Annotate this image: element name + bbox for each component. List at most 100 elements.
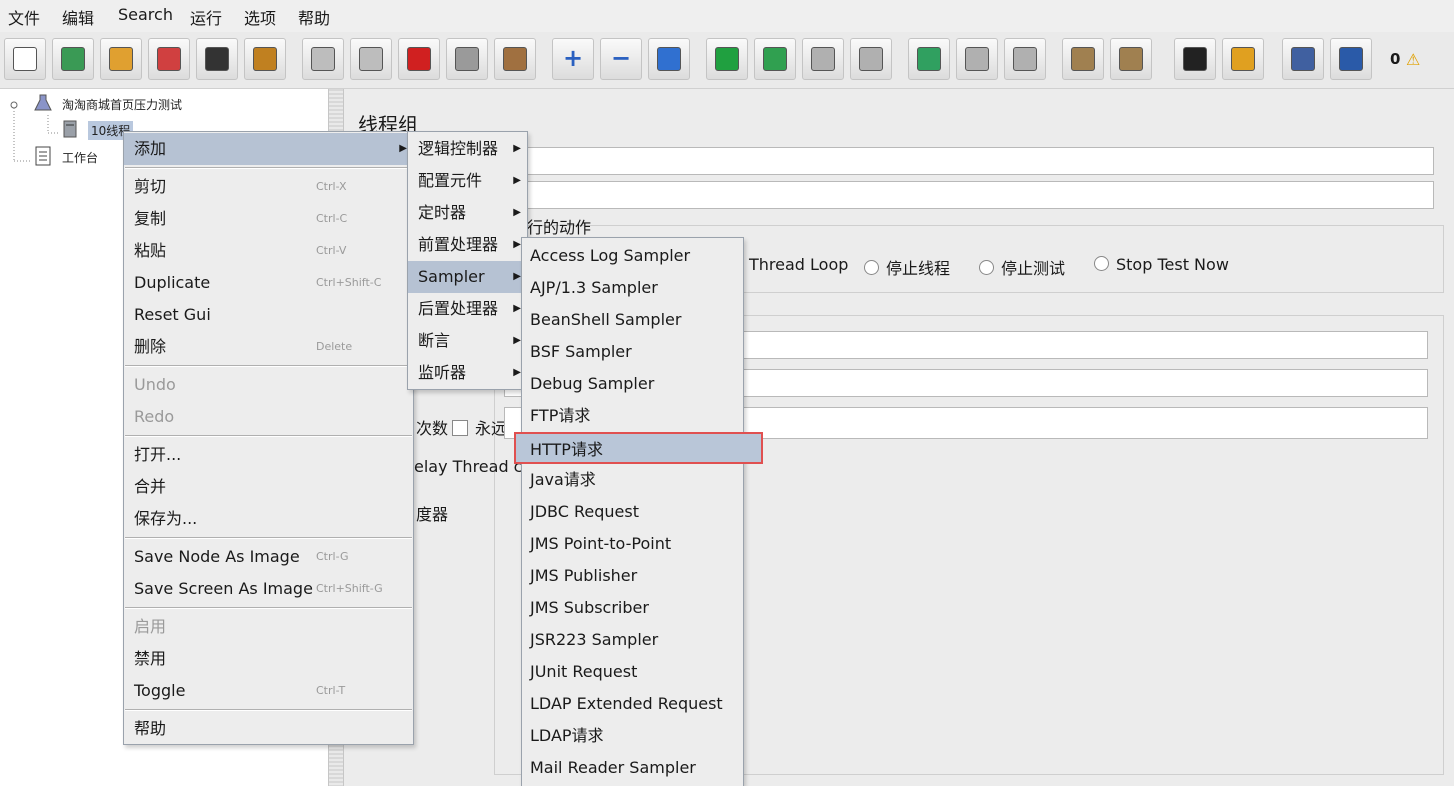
context-menu-item-23[interactable]: 帮助 bbox=[124, 713, 413, 745]
sampler-menu-item-16[interactable]: Mail Reader Sampler bbox=[522, 752, 743, 784]
reset-search-button[interactable] bbox=[1222, 38, 1264, 80]
new-button[interactable] bbox=[4, 38, 46, 80]
templates-icon bbox=[61, 47, 85, 71]
templates-button[interactable] bbox=[52, 38, 94, 80]
sampler-menu-item-15[interactable]: LDAP请求 bbox=[522, 720, 743, 752]
start-button[interactable] bbox=[706, 38, 748, 80]
help-button[interactable] bbox=[1330, 38, 1372, 80]
menu-help[interactable]: 帮助 bbox=[298, 5, 330, 29]
context-menu-item-5[interactable]: Duplicate Ctrl+Shift-C bbox=[124, 267, 413, 299]
radio-stop-test-now[interactable]: Stop Test Now bbox=[1094, 255, 1229, 274]
menu-item-label: 合并 bbox=[134, 477, 167, 496]
add-menu-item-2[interactable]: 定时器 ▶ bbox=[408, 197, 527, 229]
submenu-arrow-icon: ▶ bbox=[513, 271, 521, 282]
sampler-menu-item-14[interactable]: LDAP Extended Request bbox=[522, 688, 743, 720]
menu-item-label: JMS Point-to-Point bbox=[530, 534, 672, 553]
context-menu-item-16[interactable]: Save Node As Image Ctrl-G bbox=[124, 541, 413, 573]
context-menu-item-4[interactable]: 粘贴 Ctrl-V bbox=[124, 235, 413, 267]
tree-node-test-plan[interactable]: 淘淘商城首页压力测试 bbox=[62, 96, 182, 113]
undo-button[interactable] bbox=[302, 38, 344, 80]
sampler-menu-item-6[interactable]: HTTP请求 bbox=[514, 432, 763, 464]
context-menu-item-0[interactable]: 添加 ▶ bbox=[124, 133, 413, 165]
sampler-menu-item-10[interactable]: JMS Publisher bbox=[522, 560, 743, 592]
context-menu-item-20[interactable]: 禁用 bbox=[124, 643, 413, 675]
paste-button[interactable] bbox=[494, 38, 536, 80]
menu-item-shortcut: Ctrl-X bbox=[316, 180, 347, 193]
sampler-menu-item-0[interactable]: Access Log Sampler bbox=[522, 240, 743, 272]
menu-options[interactable]: 选项 bbox=[244, 5, 276, 29]
radio-stop-test[interactable]: 停止测试 bbox=[979, 255, 1065, 279]
name-field[interactable] bbox=[504, 147, 1434, 175]
context-menu-item-19[interactable]: 启用 bbox=[124, 611, 413, 643]
context-menu-item-21[interactable]: Toggle Ctrl-T bbox=[124, 675, 413, 707]
clear-all-button[interactable] bbox=[1110, 38, 1152, 80]
warning-icon[interactable]: ⚠ bbox=[1406, 50, 1420, 69]
context-menu-item-2[interactable]: 剪切 Ctrl-X bbox=[124, 171, 413, 203]
cut-button[interactable] bbox=[398, 38, 440, 80]
remote-start-button[interactable] bbox=[908, 38, 950, 80]
expand-button[interactable]: + bbox=[552, 38, 594, 80]
forever-checkbox[interactable]: 永远 bbox=[452, 415, 507, 439]
context-menu-item-7[interactable]: 删除 Delete bbox=[124, 331, 413, 363]
tree-node-workbench[interactable]: 工作台 bbox=[62, 149, 98, 166]
add-menu-item-0[interactable]: 逻辑控制器 ▶ bbox=[408, 133, 527, 165]
sampler-menu-item-5[interactable]: FTP请求 bbox=[522, 400, 743, 432]
add-menu-item-3[interactable]: 前置处理器 ▶ bbox=[408, 229, 527, 261]
context-menu-item-9[interactable]: Undo bbox=[124, 369, 413, 401]
menu-item-label: 帮助 bbox=[134, 719, 167, 738]
sampler-menu-item-4[interactable]: Debug Sampler bbox=[522, 368, 743, 400]
open-button[interactable] bbox=[100, 38, 142, 80]
sampler-menu-item-8[interactable]: JDBC Request bbox=[522, 496, 743, 528]
sampler-menu-item-11[interactable]: JMS Subscriber bbox=[522, 592, 743, 624]
menu-item-label: JMS Publisher bbox=[530, 566, 638, 585]
menu-search[interactable]: Search bbox=[118, 5, 173, 24]
radio-stop-thread[interactable]: 停止线程 bbox=[864, 255, 950, 279]
sampler-menu-item-9[interactable]: JMS Point-to-Point bbox=[522, 528, 743, 560]
save-button[interactable] bbox=[196, 38, 238, 80]
submenu-arrow-icon: ▶ bbox=[513, 175, 521, 186]
start-no-pause-button[interactable] bbox=[754, 38, 796, 80]
context-menu-item-10[interactable]: Redo bbox=[124, 401, 413, 433]
menu-item-label: 剪切 bbox=[134, 177, 167, 196]
context-menu-item-17[interactable]: Save Screen As Image Ctrl+Shift-G bbox=[124, 573, 413, 605]
sampler-menu-item-1[interactable]: AJP/1.3 Sampler bbox=[522, 272, 743, 304]
shutdown-button[interactable] bbox=[850, 38, 892, 80]
menu-edit[interactable]: 编辑 bbox=[62, 5, 94, 29]
help-icon bbox=[1339, 47, 1363, 71]
collapse-button[interactable]: − bbox=[600, 38, 642, 80]
comments-field[interactable] bbox=[504, 181, 1434, 209]
clear-button[interactable] bbox=[1062, 38, 1104, 80]
context-menu-item-13[interactable]: 合并 bbox=[124, 471, 413, 503]
sampler-menu-item-3[interactable]: BSF Sampler bbox=[522, 336, 743, 368]
redo-button[interactable] bbox=[350, 38, 392, 80]
menu-item-label: JDBC Request bbox=[530, 502, 639, 521]
context-menu-item-14[interactable]: 保存为... bbox=[124, 503, 413, 535]
menu-run[interactable]: 运行 bbox=[190, 5, 222, 29]
sampler-menu-item-7[interactable]: Java请求 bbox=[522, 464, 743, 496]
undo-icon bbox=[311, 47, 335, 71]
context-menu-item-3[interactable]: 复制 Ctrl-C bbox=[124, 203, 413, 235]
copy-button[interactable] bbox=[446, 38, 488, 80]
add-menu-item-5[interactable]: 后置处理器 ▶ bbox=[408, 293, 527, 325]
toggle-button[interactable] bbox=[648, 38, 690, 80]
add-menu-item-4[interactable]: Sampler ▶ bbox=[408, 261, 527, 293]
context-menu-item-6[interactable]: Reset Gui bbox=[124, 299, 413, 331]
menu-file[interactable]: 文件 bbox=[8, 5, 40, 29]
add-menu-item-1[interactable]: 配置元件 ▶ bbox=[408, 165, 527, 197]
context-menu-item-12[interactable]: 打开... bbox=[124, 439, 413, 471]
menu-separator bbox=[125, 537, 412, 539]
add-menu-item-6[interactable]: 断言 ▶ bbox=[408, 325, 527, 357]
sampler-menu-item-12[interactable]: JSR223 Sampler bbox=[522, 624, 743, 656]
search-button[interactable] bbox=[1174, 38, 1216, 80]
function-helper-button[interactable] bbox=[1282, 38, 1324, 80]
stop-button[interactable] bbox=[802, 38, 844, 80]
sampler-menu-item-2[interactable]: BeanShell Sampler bbox=[522, 304, 743, 336]
new-icon bbox=[13, 47, 37, 71]
menu-item-label: Mail Reader Sampler bbox=[530, 758, 696, 777]
add-menu-item-7[interactable]: 监听器 ▶ bbox=[408, 357, 527, 389]
remote-shutdown-button[interactable] bbox=[1004, 38, 1046, 80]
close-button[interactable] bbox=[148, 38, 190, 80]
save-as-button[interactable] bbox=[244, 38, 286, 80]
remote-stop-button[interactable] bbox=[956, 38, 998, 80]
sampler-menu-item-13[interactable]: JUnit Request bbox=[522, 656, 743, 688]
